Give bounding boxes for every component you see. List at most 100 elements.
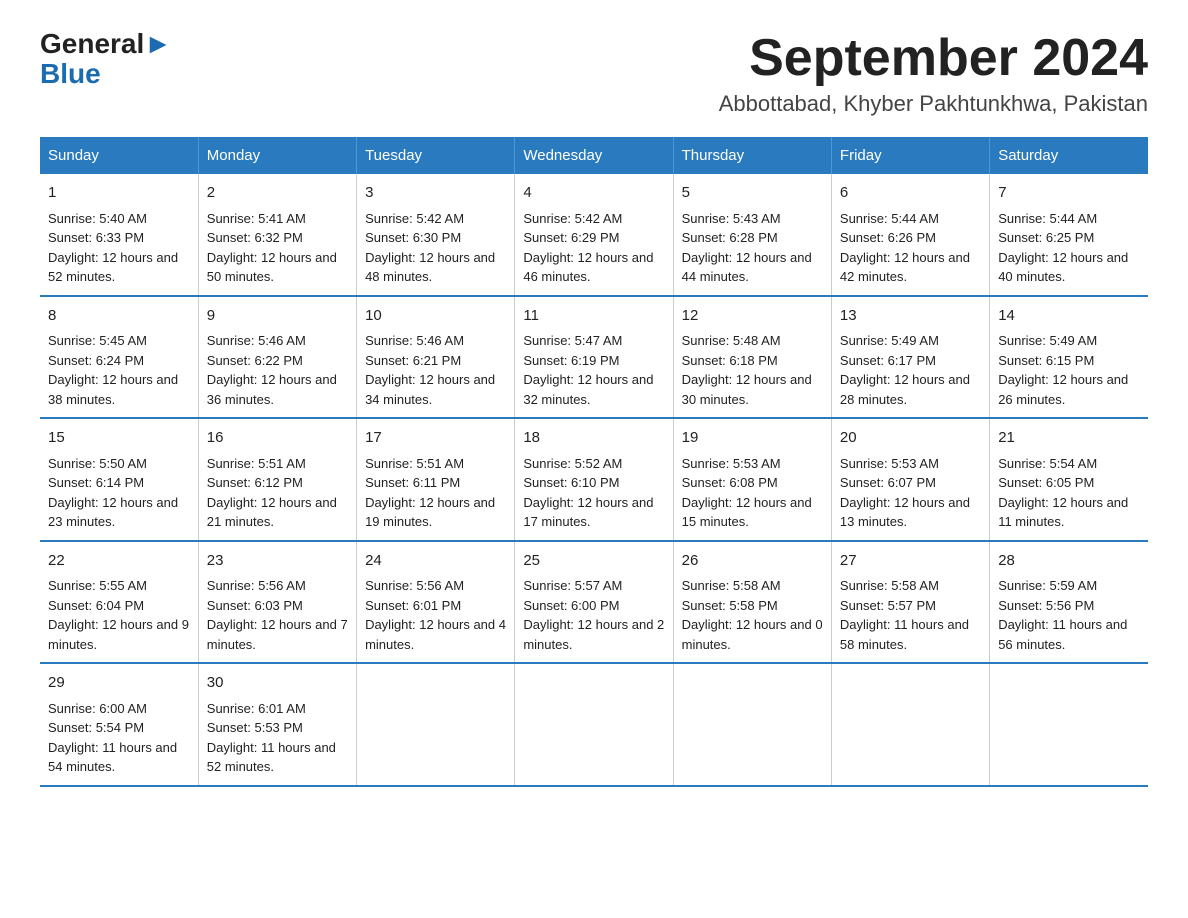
sunset-time: Sunset: 6:03 PM <box>207 598 303 613</box>
calendar-cell: 15Sunrise: 5:50 AMSunset: 6:14 PMDayligh… <box>40 418 198 541</box>
sunrise-time: Sunrise: 5:44 AM <box>998 211 1097 226</box>
sunset-time: Sunset: 6:01 PM <box>365 598 461 613</box>
calendar-cell: 28Sunrise: 5:59 AMSunset: 5:56 PMDayligh… <box>990 541 1148 664</box>
sunrise-time: Sunrise: 5:52 AM <box>523 456 622 471</box>
sunset-time: Sunset: 6:29 PM <box>523 230 619 245</box>
sunrise-time: Sunrise: 5:41 AM <box>207 211 306 226</box>
calendar-cell <box>515 663 673 786</box>
sunset-time: Sunset: 6:22 PM <box>207 353 303 368</box>
daylight-duration: Daylight: 12 hours and 7 minutes. <box>207 617 348 652</box>
calendar-week-2: 8Sunrise: 5:45 AMSunset: 6:24 PMDaylight… <box>40 296 1148 419</box>
calendar-cell: 30Sunrise: 6:01 AMSunset: 5:53 PMDayligh… <box>198 663 356 786</box>
sunset-time: Sunset: 6:18 PM <box>682 353 778 368</box>
calendar-cell: 6Sunrise: 5:44 AMSunset: 6:26 PMDaylight… <box>831 174 989 296</box>
sunrise-time: Sunrise: 5:43 AM <box>682 211 781 226</box>
calendar-week-5: 29Sunrise: 6:00 AMSunset: 5:54 PMDayligh… <box>40 663 1148 786</box>
sunset-time: Sunset: 6:11 PM <box>365 475 460 490</box>
daylight-duration: Daylight: 12 hours and 4 minutes. <box>365 617 506 652</box>
calendar-cell: 25Sunrise: 5:57 AMSunset: 6:00 PMDayligh… <box>515 541 673 664</box>
sunset-time: Sunset: 6:14 PM <box>48 475 144 490</box>
calendar-cell: 8Sunrise: 5:45 AMSunset: 6:24 PMDaylight… <box>40 296 198 419</box>
daylight-duration: Daylight: 11 hours and 56 minutes. <box>998 617 1127 652</box>
calendar-cell <box>673 663 831 786</box>
daylight-duration: Daylight: 12 hours and 44 minutes. <box>682 250 812 285</box>
calendar-cell <box>990 663 1148 786</box>
sunrise-time: Sunrise: 6:01 AM <box>207 701 306 716</box>
sunrise-time: Sunrise: 5:46 AM <box>365 333 464 348</box>
calendar-cell: 20Sunrise: 5:53 AMSunset: 6:07 PMDayligh… <box>831 418 989 541</box>
day-number: 26 <box>682 550 823 573</box>
calendar-week-4: 22Sunrise: 5:55 AMSunset: 6:04 PMDayligh… <box>40 541 1148 664</box>
daylight-duration: Daylight: 12 hours and 19 minutes. <box>365 495 495 530</box>
sunset-time: Sunset: 6:19 PM <box>523 353 619 368</box>
day-number: 19 <box>682 427 823 450</box>
calendar-cell: 3Sunrise: 5:42 AMSunset: 6:30 PMDaylight… <box>357 174 515 296</box>
sunrise-time: Sunrise: 5:46 AM <box>207 333 306 348</box>
calendar-cell: 17Sunrise: 5:51 AMSunset: 6:11 PMDayligh… <box>357 418 515 541</box>
sunrise-time: Sunrise: 5:51 AM <box>365 456 464 471</box>
sunrise-time: Sunrise: 5:59 AM <box>998 578 1097 593</box>
day-number: 27 <box>840 550 981 573</box>
sunset-time: Sunset: 6:04 PM <box>48 598 144 613</box>
day-number: 14 <box>998 305 1140 328</box>
header-friday: Friday <box>831 137 989 174</box>
calendar-cell: 29Sunrise: 6:00 AMSunset: 5:54 PMDayligh… <box>40 663 198 786</box>
sunrise-time: Sunrise: 5:51 AM <box>207 456 306 471</box>
sunrise-time: Sunrise: 5:44 AM <box>840 211 939 226</box>
daylight-duration: Daylight: 11 hours and 58 minutes. <box>840 617 969 652</box>
sunset-time: Sunset: 6:15 PM <box>998 353 1094 368</box>
calendar-cell: 9Sunrise: 5:46 AMSunset: 6:22 PMDaylight… <box>198 296 356 419</box>
day-number: 1 <box>48 182 190 205</box>
day-number: 21 <box>998 427 1140 450</box>
calendar-cell <box>357 663 515 786</box>
day-number: 15 <box>48 427 190 450</box>
day-number: 3 <box>365 182 506 205</box>
sunrise-time: Sunrise: 5:45 AM <box>48 333 147 348</box>
sunset-time: Sunset: 6:07 PM <box>840 475 936 490</box>
sunset-time: Sunset: 6:30 PM <box>365 230 461 245</box>
daylight-duration: Daylight: 12 hours and 30 minutes. <box>682 372 812 407</box>
sunset-time: Sunset: 6:10 PM <box>523 475 619 490</box>
daylight-duration: Daylight: 12 hours and 0 minutes. <box>682 617 823 652</box>
calendar-cell: 2Sunrise: 5:41 AMSunset: 6:32 PMDaylight… <box>198 174 356 296</box>
daylight-duration: Daylight: 12 hours and 21 minutes. <box>207 495 337 530</box>
day-number: 16 <box>207 427 348 450</box>
day-number: 30 <box>207 672 348 695</box>
sunset-time: Sunset: 5:53 PM <box>207 720 303 735</box>
logo-triangle-icon: ► <box>144 28 172 59</box>
daylight-duration: Daylight: 12 hours and 40 minutes. <box>998 250 1128 285</box>
sunrise-time: Sunrise: 5:42 AM <box>365 211 464 226</box>
daylight-duration: Daylight: 12 hours and 52 minutes. <box>48 250 178 285</box>
day-number: 12 <box>682 305 823 328</box>
day-number: 9 <box>207 305 348 328</box>
day-number: 11 <box>523 305 664 328</box>
calendar-header-row: SundayMondayTuesdayWednesdayThursdayFrid… <box>40 137 1148 174</box>
day-number: 29 <box>48 672 190 695</box>
sunrise-time: Sunrise: 5:56 AM <box>207 578 306 593</box>
day-number: 7 <box>998 182 1140 205</box>
sunrise-time: Sunrise: 5:48 AM <box>682 333 781 348</box>
day-number: 18 <box>523 427 664 450</box>
sunrise-time: Sunrise: 5:42 AM <box>523 211 622 226</box>
title-block: September 2024 Abbottabad, Khyber Pakhtu… <box>719 30 1148 117</box>
day-number: 22 <box>48 550 190 573</box>
sunrise-time: Sunrise: 6:00 AM <box>48 701 147 716</box>
daylight-duration: Daylight: 12 hours and 13 minutes. <box>840 495 970 530</box>
sunset-time: Sunset: 6:17 PM <box>840 353 936 368</box>
sunset-time: Sunset: 5:56 PM <box>998 598 1094 613</box>
logo: General► Blue <box>40 30 172 88</box>
logo-text-top: General► <box>40 30 172 58</box>
page-header: General► Blue September 2024 Abbottabad,… <box>40 30 1148 117</box>
daylight-duration: Daylight: 12 hours and 17 minutes. <box>523 495 653 530</box>
sunrise-time: Sunrise: 5:58 AM <box>682 578 781 593</box>
daylight-duration: Daylight: 12 hours and 11 minutes. <box>998 495 1128 530</box>
calendar-cell: 27Sunrise: 5:58 AMSunset: 5:57 PMDayligh… <box>831 541 989 664</box>
calendar-table: SundayMondayTuesdayWednesdayThursdayFrid… <box>40 137 1148 787</box>
calendar-cell: 4Sunrise: 5:42 AMSunset: 6:29 PMDaylight… <box>515 174 673 296</box>
sunset-time: Sunset: 6:21 PM <box>365 353 461 368</box>
calendar-cell: 22Sunrise: 5:55 AMSunset: 6:04 PMDayligh… <box>40 541 198 664</box>
sunset-time: Sunset: 6:33 PM <box>48 230 144 245</box>
sunset-time: Sunset: 6:08 PM <box>682 475 778 490</box>
header-tuesday: Tuesday <box>357 137 515 174</box>
calendar-cell: 14Sunrise: 5:49 AMSunset: 6:15 PMDayligh… <box>990 296 1148 419</box>
